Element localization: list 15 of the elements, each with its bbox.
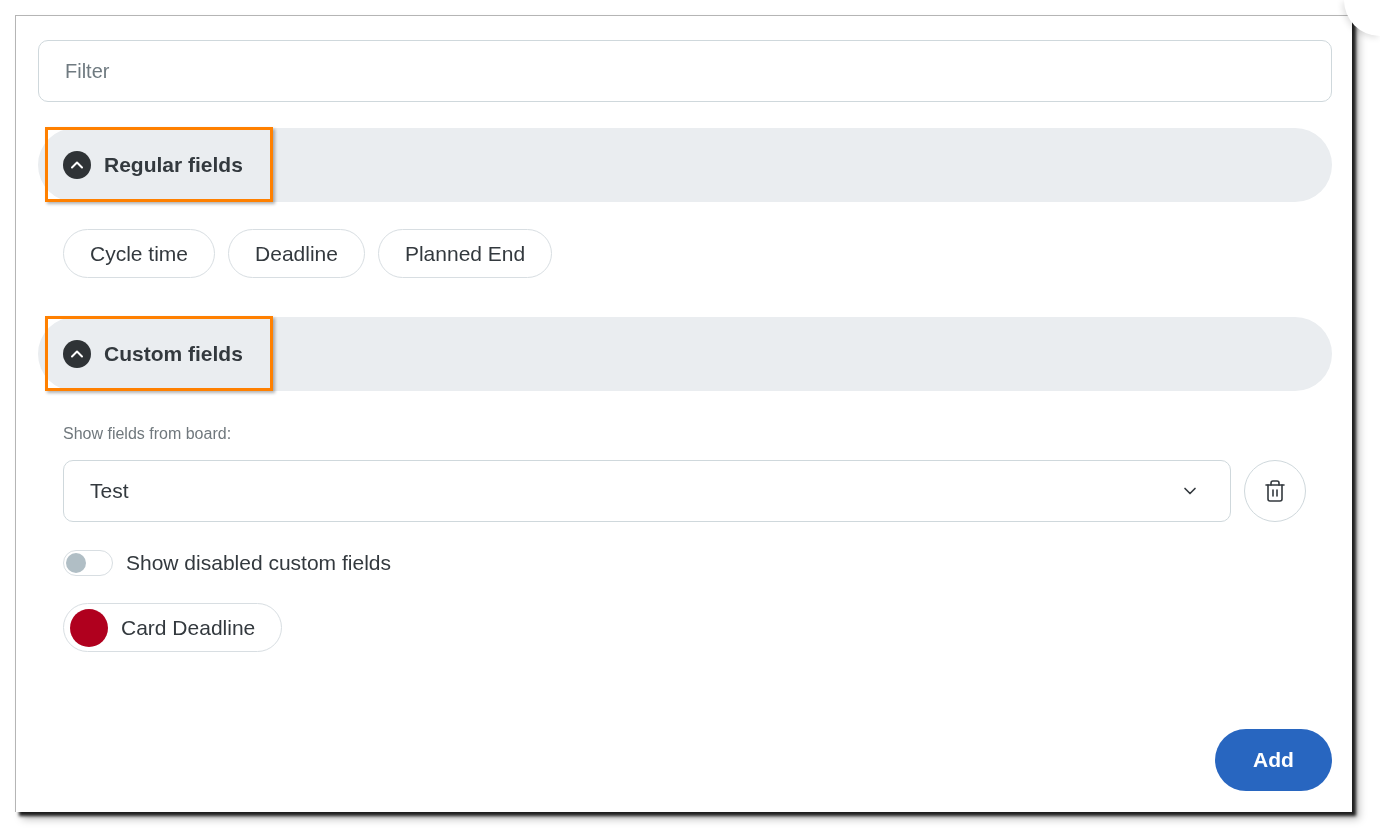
chevron-up-icon bbox=[63, 340, 91, 368]
section-toggle[interactable]: Regular fields bbox=[63, 151, 243, 179]
field-chip[interactable]: Planned End bbox=[377, 229, 553, 278]
add-button[interactable]: Add bbox=[1215, 729, 1332, 791]
filter-field[interactable]: Filter bbox=[38, 40, 1332, 102]
field-chip[interactable]: Cycle time bbox=[63, 229, 216, 278]
toggle-label: Show disabled custom fields bbox=[126, 551, 391, 575]
field-chip[interactable]: Card Deadline bbox=[63, 603, 283, 652]
chevron-up-icon bbox=[63, 151, 91, 179]
trash-icon bbox=[1263, 479, 1287, 503]
toggle-switch[interactable] bbox=[63, 550, 113, 576]
field-chip[interactable]: Deadline bbox=[228, 229, 365, 278]
section-toggle[interactable]: Custom fields bbox=[63, 340, 243, 368]
field-label: Show fields from board: bbox=[63, 425, 233, 443]
board-select[interactable]: Test bbox=[63, 460, 1231, 522]
